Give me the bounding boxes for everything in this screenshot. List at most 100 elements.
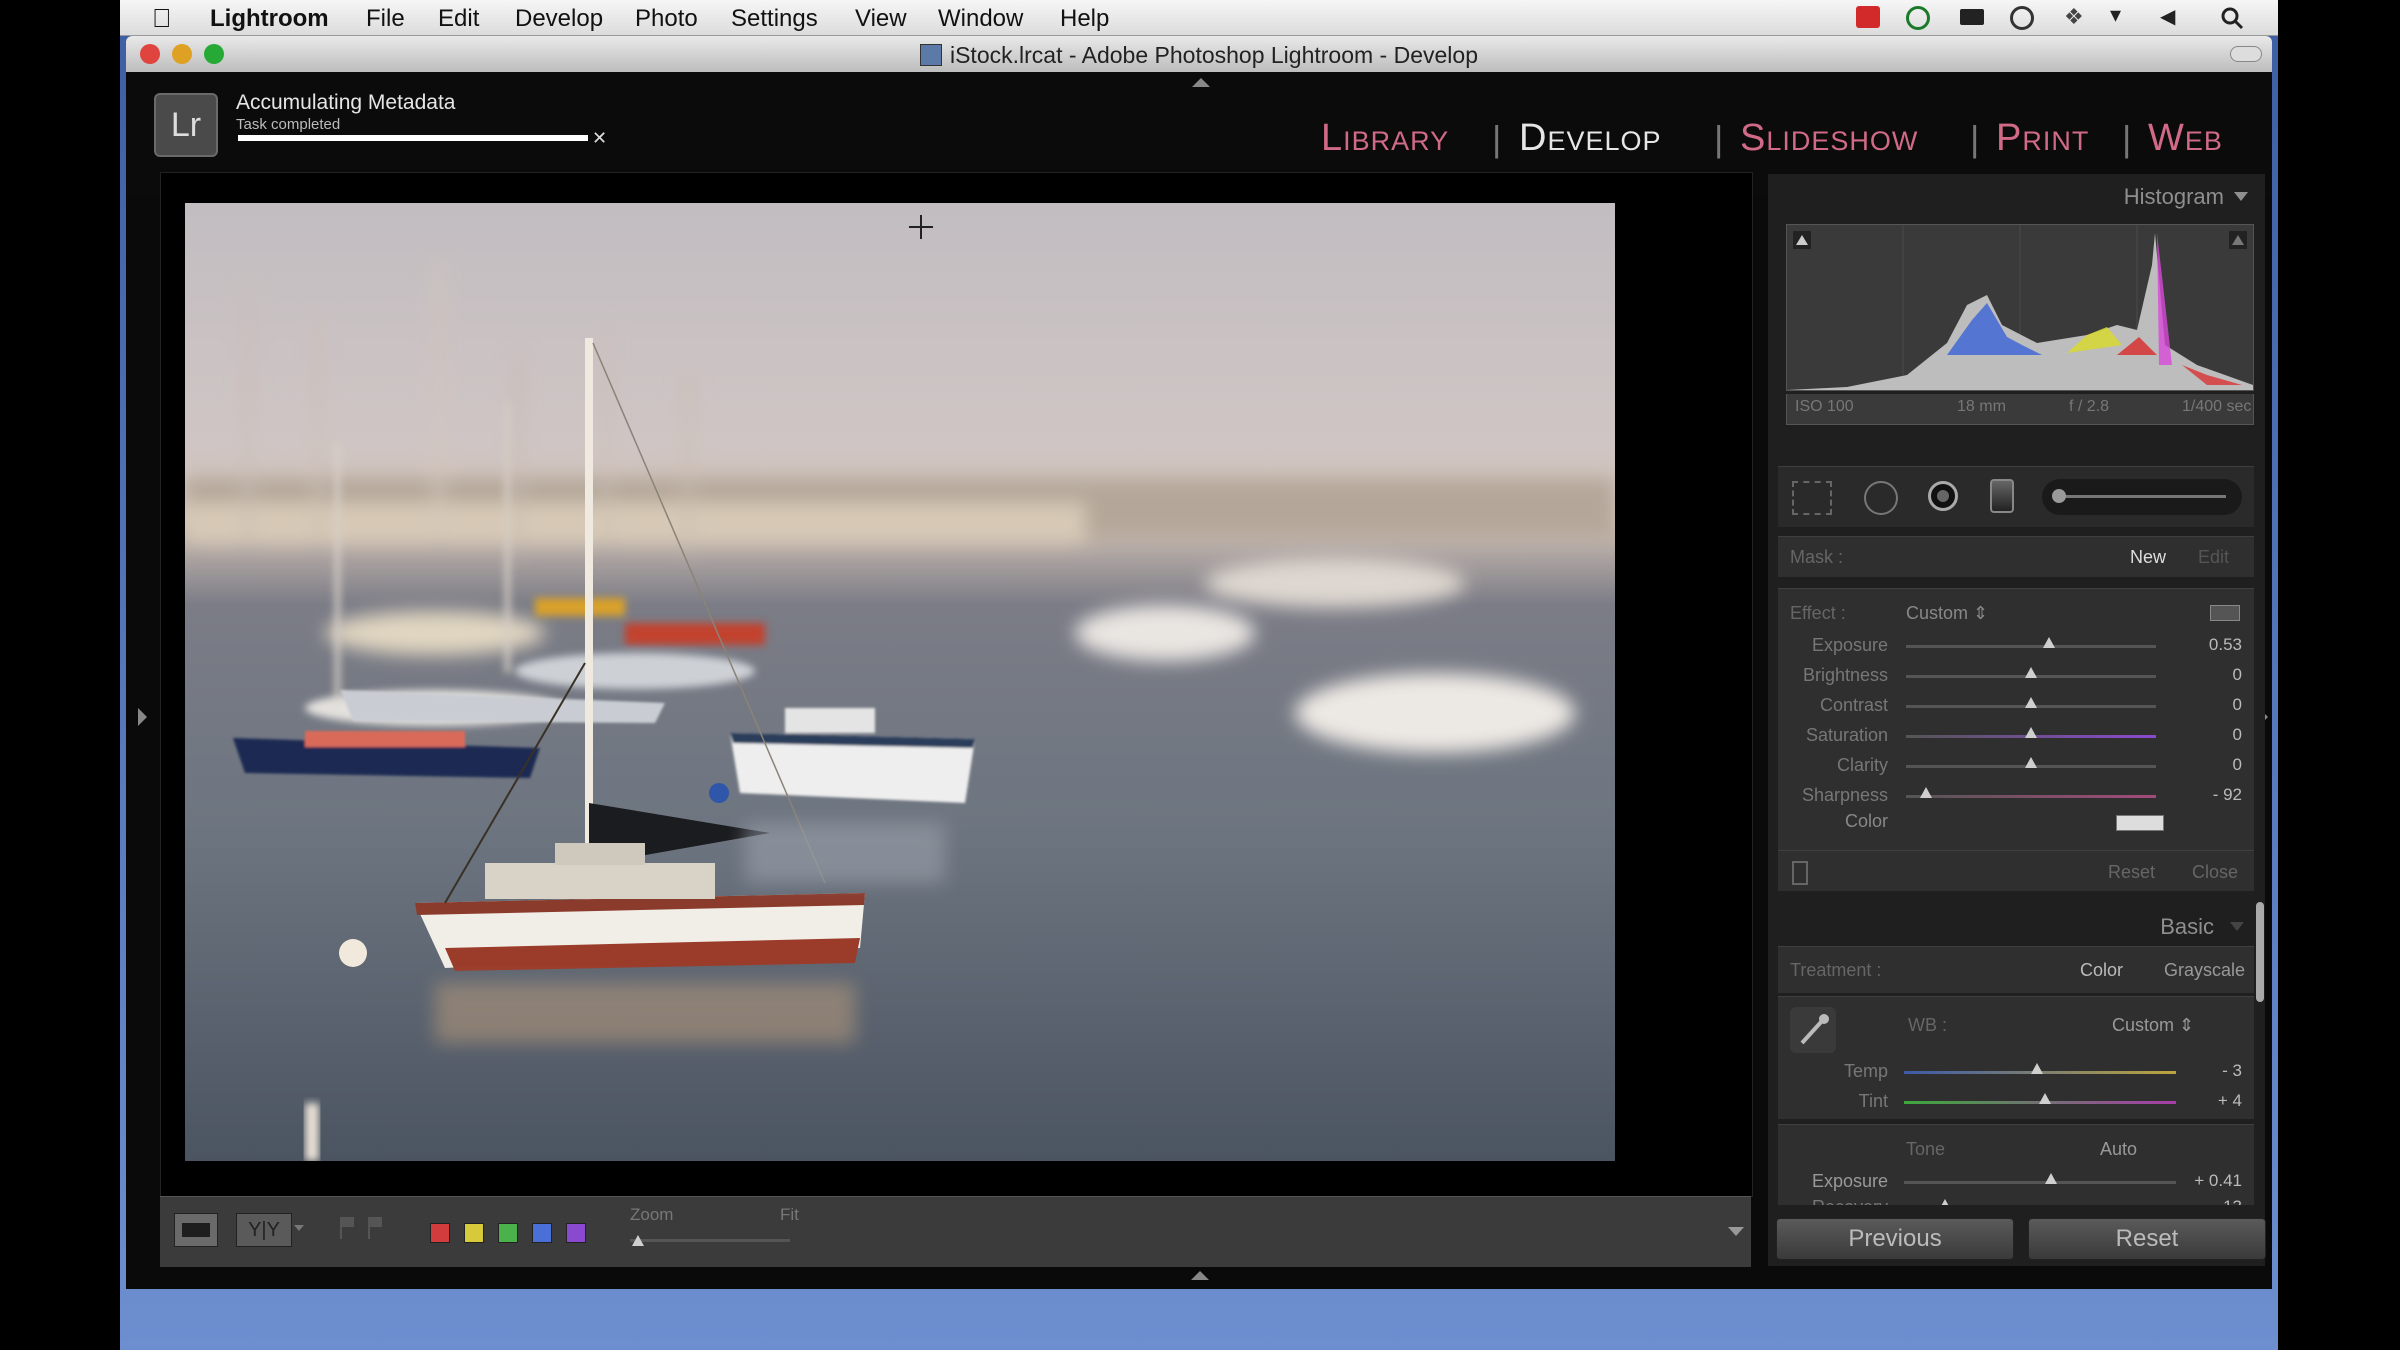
effect-clarity-slider-thumb[interactable] (2025, 757, 2037, 768)
effect-contrast-slider-thumb[interactable] (2025, 697, 2037, 708)
effect-panel-toggle-icon[interactable] (2210, 605, 2240, 621)
blue-label-icon[interactable] (532, 1223, 552, 1243)
before-after-dropdown-icon[interactable] (294, 1225, 304, 1231)
task-name: Accumulating Metadata (236, 91, 456, 114)
exposure-value: + 0.41 (2194, 1171, 2242, 1190)
panel-scrollbar[interactable] (2256, 902, 2264, 1002)
white-balance-eyedropper-icon[interactable] (1790, 1007, 1836, 1053)
bluetooth-icon[interactable]: ❖ (2064, 4, 2088, 29)
tint-slider-thumb[interactable] (2039, 1093, 2052, 1104)
effect-color-swatch[interactable] (2116, 815, 2164, 831)
adjustment-brush-tool-icon[interactable] (2042, 479, 2242, 515)
treatment-row: Treatment : Color Grayscale (1778, 946, 2254, 993)
toolbar-toggle-button[interactable] (2230, 46, 2262, 62)
basic-header[interactable]: Basic (1778, 904, 2254, 944)
zoom-slider[interactable] (630, 1239, 790, 1242)
shadow-clipping-toggle-icon[interactable] (1793, 231, 1811, 249)
tone-auto-button[interactable]: Auto (2100, 1139, 2137, 1160)
histogram[interactable] (1786, 224, 2254, 391)
menu-app-name[interactable]: Lightroom (210, 5, 329, 33)
menu-settings[interactable]: Settings (731, 5, 818, 33)
highlight-clipping-toggle-icon[interactable] (2229, 231, 2247, 249)
lightroom-logo: Lr (154, 93, 218, 157)
module-web[interactable]: Web (2148, 117, 2223, 160)
mask-edit-button[interactable]: Edit (2198, 547, 2229, 568)
sync-icon[interactable] (1906, 6, 1930, 30)
exposure-label: Exposure (1811, 1171, 1888, 1191)
module-library[interactable]: Library (1321, 117, 1449, 160)
crop-tool-icon[interactable] (1792, 481, 1832, 515)
spot-removal-tool-icon[interactable] (1864, 481, 1898, 515)
exposure-slider[interactable] (1904, 1181, 2176, 1184)
treatment-grayscale-button[interactable]: Grayscale (2164, 960, 2245, 981)
menu-view[interactable]: View (855, 5, 907, 33)
tint-value: + 4 (2217, 1091, 2242, 1110)
graduated-filter-tool-icon[interactable] (1990, 479, 2014, 513)
purple-label-icon[interactable] (566, 1223, 586, 1243)
toolbar-content-dropdown-icon[interactable] (1728, 1227, 1744, 1236)
aperture-value: f / 2.8 (2069, 398, 2110, 415)
spotlight-search-icon[interactable] (2220, 6, 2244, 30)
record-icon[interactable] (1856, 6, 1880, 28)
top-panel-toggle-icon[interactable] (1192, 78, 1210, 87)
menu-develop[interactable]: Develop (515, 5, 603, 33)
temp-value: - 3 (2222, 1061, 2242, 1080)
effect-label: Effect : (1790, 603, 1846, 623)
mask-new-button[interactable]: New (2130, 547, 2166, 568)
wb-preset-select[interactable]: Custom ⇕ (2112, 1015, 2194, 1036)
histogram-collapse-icon[interactable] (2234, 192, 2248, 201)
before-after-view-icon[interactable]: Y|Y (236, 1213, 292, 1247)
temp-slider-thumb[interactable] (2031, 1063, 2044, 1074)
reset-button[interactable]: Reset (2028, 1218, 2266, 1260)
menu-photo[interactable]: Photo (635, 5, 698, 33)
effect-exposure-slider-thumb[interactable] (2042, 637, 2055, 648)
effect-saturation-label: Saturation (1805, 725, 1888, 745)
menu-file[interactable]: File (366, 5, 405, 33)
bottom-panel-toggle-icon[interactable] (1191, 1271, 1209, 1280)
photo-preview[interactable] (185, 203, 1615, 1161)
module-slideshow[interactable]: Slideshow (1740, 117, 1918, 160)
effect-sharpness-slider-thumb[interactable] (1920, 787, 1932, 798)
effect-close-button[interactable]: Close (2192, 862, 2238, 883)
effect-reset-button[interactable]: Reset (2108, 862, 2155, 883)
treatment-color-button[interactable]: Color (2080, 960, 2123, 981)
loupe-view-icon[interactable] (174, 1213, 218, 1247)
cancel-task-icon[interactable]: ✕ (592, 128, 607, 149)
histogram-header[interactable]: Histogram (1778, 174, 2254, 214)
effect-preset-select[interactable]: Custom ⇕ (1906, 603, 1988, 624)
module-print[interactable]: Print (1996, 117, 2089, 160)
exposure-slider-thumb[interactable] (2044, 1173, 2057, 1184)
effect-brightness-label: Brightness (1802, 665, 1888, 685)
flag-reject-icon[interactable] (368, 1217, 386, 1239)
module-separator: | (1714, 118, 1724, 159)
recovery-slider-thumb[interactable] (1938, 1199, 1951, 1205)
module-develop[interactable]: Develop (1519, 117, 1662, 160)
tint-label: Tint (1858, 1091, 1888, 1111)
display-icon[interactable] (1960, 9, 1984, 25)
effect-sharpness-slider[interactable] (1906, 795, 2156, 798)
histogram-graph (1787, 225, 2253, 390)
title-bar: iStock.lrcat - Adobe Photoshop Lightroom… (126, 36, 2272, 72)
flag-pick-icon[interactable] (340, 1217, 358, 1239)
zoom-slider-thumb[interactable] (632, 1235, 644, 1246)
green-label-icon[interactable] (498, 1223, 518, 1243)
effect-sharpness-label: Sharpness (1801, 785, 1888, 805)
menu-edit[interactable]: Edit (438, 5, 479, 33)
red-label-icon[interactable] (430, 1223, 450, 1243)
menu-help[interactable]: Help (1060, 5, 1109, 33)
preset-stepper-icon: ⇕ (1973, 603, 1989, 623)
brush-edit-toggle-icon[interactable] (1792, 861, 1808, 885)
effect-brightness-slider-thumb[interactable] (2025, 667, 2037, 678)
wifi-icon[interactable]: ▾ (2110, 2, 2134, 27)
effect-saturation-slider-thumb[interactable] (2025, 727, 2037, 738)
left-panel-toggle-icon[interactable] (138, 708, 147, 726)
menu-window[interactable]: Window (938, 5, 1023, 33)
yellow-label-icon[interactable] (464, 1223, 484, 1243)
volume-icon[interactable]: ◀ (2160, 4, 2184, 28)
effect-exposure-slider[interactable] (1906, 645, 2156, 648)
previous-button[interactable]: Previous (1776, 1218, 2014, 1260)
time-machine-icon[interactable] (2010, 6, 2034, 30)
apple-icon[interactable]:  (152, 3, 172, 34)
basic-collapse-icon[interactable] (2230, 922, 2244, 931)
red-eye-tool-icon[interactable] (1928, 481, 1958, 511)
